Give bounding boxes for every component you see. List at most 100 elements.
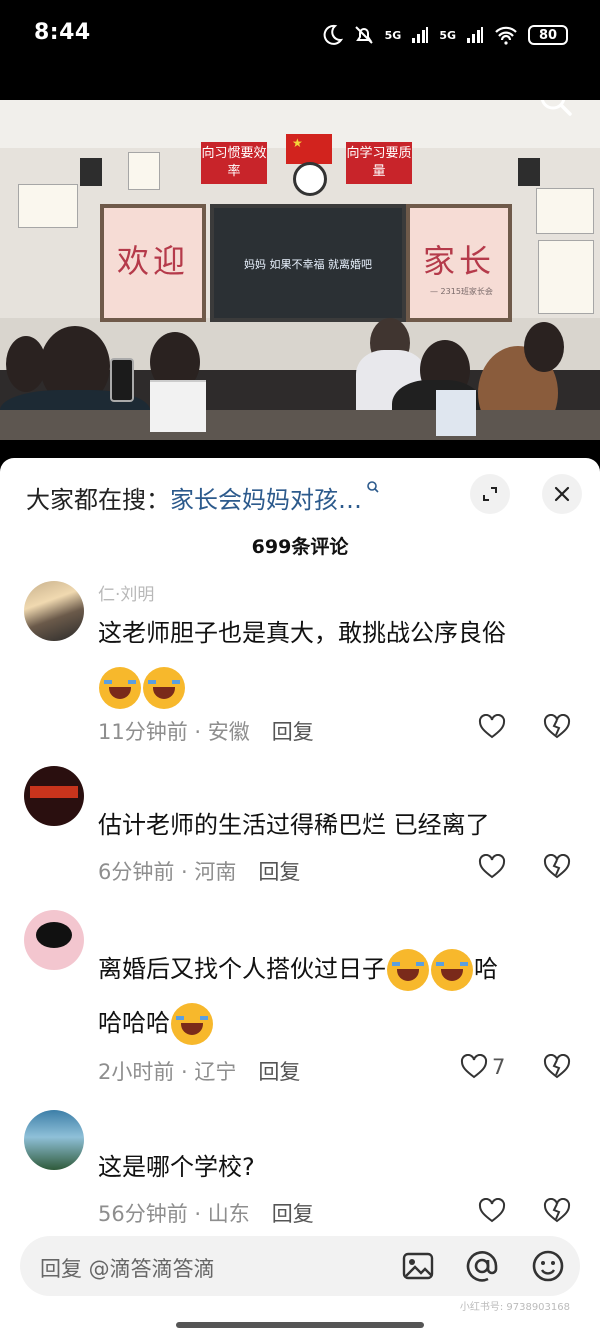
parents-board-text: 家长 (422, 242, 495, 280)
comment-location: 辽宁 (194, 1060, 237, 1084)
comment-meta: 6分钟前 · 河南 回复 (98, 860, 301, 884)
emoji-icon[interactable] (530, 1248, 566, 1284)
welcome-board: 欢迎 (100, 204, 206, 322)
avatar[interactable] (24, 766, 84, 826)
mute-bell-icon (354, 26, 373, 44)
moon-icon (323, 24, 343, 45)
comment-meta: 2小时前 · 辽宁 回复 (98, 1060, 301, 1084)
laugh-cry-emoji (171, 1003, 213, 1045)
heart-icon (478, 714, 506, 739)
home-indicator[interactable] (176, 1322, 424, 1328)
laugh-cry-emoji (431, 949, 473, 991)
reply-button[interactable]: 回复 (258, 860, 300, 884)
screen-text: 妈妈 如果不幸福 就离婚吧 (244, 258, 372, 271)
like-button[interactable]: 7 (460, 1054, 505, 1080)
comment-text[interactable]: 估计老师的生活过得稀巴烂 已经离了 (98, 798, 568, 852)
book-stack (150, 380, 206, 432)
signal-icon (412, 27, 429, 43)
like-button[interactable] (478, 714, 506, 740)
like-count: 7 (492, 1055, 506, 1079)
comment-text[interactable]: 离婚后又找个人搭伙过日子哈哈哈哈 (98, 942, 568, 1050)
trending-search[interactable]: 大家都在搜：家长会妈妈对孩… (26, 480, 380, 515)
broken-heart-icon (543, 1053, 571, 1079)
comment-text[interactable]: 这老师胆子也是真大，敢挑战公序良俗 (98, 606, 568, 714)
comment-count: 699条评论 (251, 536, 349, 558)
laugh-cry-emoji (99, 667, 141, 709)
comment-text-content: 哈哈哈 (98, 1009, 170, 1037)
avatar[interactable] (24, 581, 84, 641)
signal-5g-label: 5G (384, 28, 402, 42)
wifi-icon (495, 26, 517, 45)
comment-text-content: 这老师胆子也是真大，敢挑战公序良俗 (98, 619, 506, 647)
book-stack (436, 390, 476, 436)
reply-button[interactable]: 回复 (258, 1060, 300, 1084)
watermark: 小红书号: 9738903168 (459, 1302, 570, 1313)
dislike-button[interactable] (543, 1197, 571, 1228)
wall-notice (128, 152, 160, 190)
status-icons: 5G 5G 80 (321, 22, 568, 48)
comment-time: 11分钟前 (98, 720, 188, 744)
reply-input-bar[interactable]: 回复 @滴答滴答滴 (20, 1236, 580, 1296)
search-icon[interactable] (536, 100, 576, 120)
search-small-icon (367, 481, 379, 493)
comment-location: 山东 (207, 1202, 250, 1226)
broken-heart-icon (543, 713, 571, 739)
wall-notice (18, 184, 78, 228)
like-button[interactable] (478, 1198, 506, 1224)
expand-button[interactable] (470, 474, 510, 514)
at-mention-icon[interactable] (464, 1248, 500, 1284)
heart-icon (478, 1198, 506, 1223)
wall-notice (538, 240, 594, 314)
slogan-banner-right: 向学习要质量 (346, 142, 412, 184)
comment-time: 56分钟前 (98, 1202, 188, 1226)
avatar[interactable] (24, 910, 84, 970)
phone-in-hand (110, 358, 134, 402)
comment-text-content: 离婚后又找个人搭伙过日子 (98, 955, 386, 983)
comment-text[interactable]: 这是哪个学校? (98, 1140, 568, 1194)
wall-notice (536, 188, 594, 234)
speaker (518, 158, 540, 186)
avatar-sign (30, 786, 78, 798)
avatar-figure (36, 922, 72, 948)
comment-meta: 11分钟前 · 安徽 回复 (98, 720, 314, 744)
reply-button[interactable]: 回复 (272, 720, 314, 744)
comment-username[interactable]: 仁·刘明 (98, 580, 154, 605)
dislike-button[interactable] (543, 1053, 571, 1084)
image-icon[interactable] (400, 1248, 436, 1284)
trending-search-link[interactable]: 家长会妈妈对孩… (170, 486, 362, 514)
comment-text-content: 哈 (474, 955, 498, 983)
like-button[interactable] (478, 854, 506, 880)
status-bar: 8:44 5G 5G 80 (0, 0, 600, 70)
parents-board-note: — 2315班家长会 (430, 287, 493, 296)
video-frame[interactable]: 向习惯要效率 向学习要质量 欢迎 妈妈 如果不幸福 就离婚吧 家长 — 2315… (0, 100, 600, 440)
status-time: 8:44 (34, 20, 91, 45)
laugh-cry-emoji (387, 949, 429, 991)
broken-heart-icon (543, 853, 571, 879)
expand-icon (483, 487, 497, 501)
avatar[interactable] (24, 1110, 84, 1170)
heart-icon (478, 854, 506, 879)
dislike-button[interactable] (543, 853, 571, 884)
speaker (80, 158, 102, 186)
comment-time: 2小时前 (98, 1060, 175, 1084)
comment-sheet: 大家都在搜：家长会妈妈对孩… 699条评论 仁·刘明 这老师胆子也是真大，敢挑战… (0, 458, 600, 1336)
close-icon (554, 486, 570, 502)
comment-location: 安徽 (207, 720, 250, 744)
wall-clock (293, 162, 327, 196)
reply-button[interactable]: 回复 (272, 1202, 314, 1226)
person-head (6, 336, 46, 392)
flag (286, 134, 332, 164)
welcome-board-text: 欢迎 (116, 242, 189, 280)
person-head (524, 322, 564, 372)
projector-screen: 妈妈 如果不幸福 就离婚吧 (210, 204, 406, 322)
signal-icon-2 (467, 27, 483, 43)
laugh-cry-emoji (143, 667, 185, 709)
comment-time: 6分钟前 (98, 860, 175, 884)
comment-meta: 56分钟前 · 山东 回复 (98, 1202, 314, 1226)
dislike-button[interactable] (543, 713, 571, 744)
reply-input-placeholder[interactable]: 回复 @滴答滴答滴 (40, 1253, 215, 1283)
close-button[interactable] (542, 474, 582, 514)
desks (0, 410, 600, 440)
comment-location: 河南 (194, 860, 237, 884)
trending-search-prefix: 大家都在搜： (26, 486, 170, 514)
